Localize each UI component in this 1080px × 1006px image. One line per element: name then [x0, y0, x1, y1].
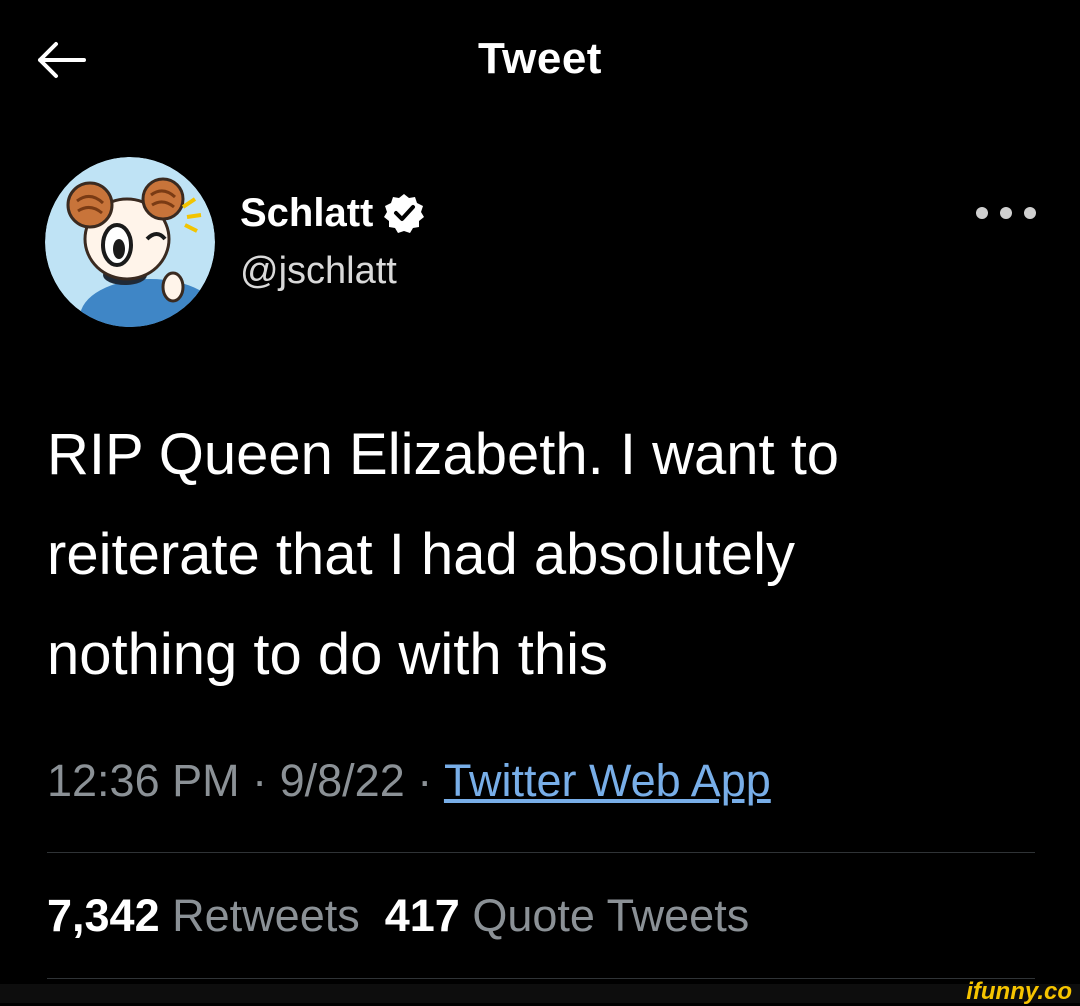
- retweets-label: Retweets: [172, 890, 360, 941]
- quote-tweets-label: Quote Tweets: [472, 890, 750, 941]
- tweet-meta: 12:36 PM · 9/8/22 · Twitter Web App: [47, 755, 771, 807]
- divider: [47, 978, 1035, 979]
- more-horizontal-icon: [1000, 207, 1012, 219]
- author-name-row[interactable]: Schlatt: [240, 188, 425, 238]
- tweet-text: RIP Queen Elizabeth. I want to reiterate…: [47, 405, 1037, 705]
- top-bar: Tweet: [0, 0, 1080, 120]
- page-title: Tweet: [478, 34, 602, 83]
- avatar[interactable]: [45, 157, 215, 327]
- verified-badge-icon: [384, 194, 425, 233]
- avatar-image: [45, 157, 215, 327]
- tweet-date[interactable]: 9/8/22: [280, 755, 405, 806]
- watermark: ifunny.co: [966, 978, 1072, 1005]
- user-handle[interactable]: @jschlatt: [240, 250, 397, 293]
- meta-separator: ·: [404, 755, 444, 806]
- retweets-stat[interactable]: 7,342 Retweets: [47, 890, 360, 941]
- divider: [47, 852, 1035, 853]
- meta-separator: ·: [239, 755, 280, 806]
- quote-tweets-count: 417: [384, 890, 460, 941]
- tweet-line: RIP Queen Elizabeth. I want to: [47, 422, 840, 487]
- quote-tweets-stat[interactable]: 417 Quote Tweets: [385, 890, 749, 941]
- display-name[interactable]: Schlatt: [240, 191, 373, 236]
- more-horizontal-icon: [976, 207, 988, 219]
- tweet-line: nothing to do with this: [47, 622, 609, 687]
- tweet-stats: 7,342 Retweets 417 Quote Tweets: [47, 890, 749, 942]
- retweets-count: 7,342: [47, 890, 160, 941]
- tweet-time[interactable]: 12:36 PM: [47, 755, 240, 806]
- more-horizontal-icon: [1024, 207, 1036, 219]
- more-options-button[interactable]: [976, 198, 1036, 228]
- tweet-source-link[interactable]: Twitter Web App: [444, 755, 771, 806]
- tweet-line: reiterate that I had absolutely: [47, 522, 796, 587]
- bottom-strip: [0, 984, 1080, 1003]
